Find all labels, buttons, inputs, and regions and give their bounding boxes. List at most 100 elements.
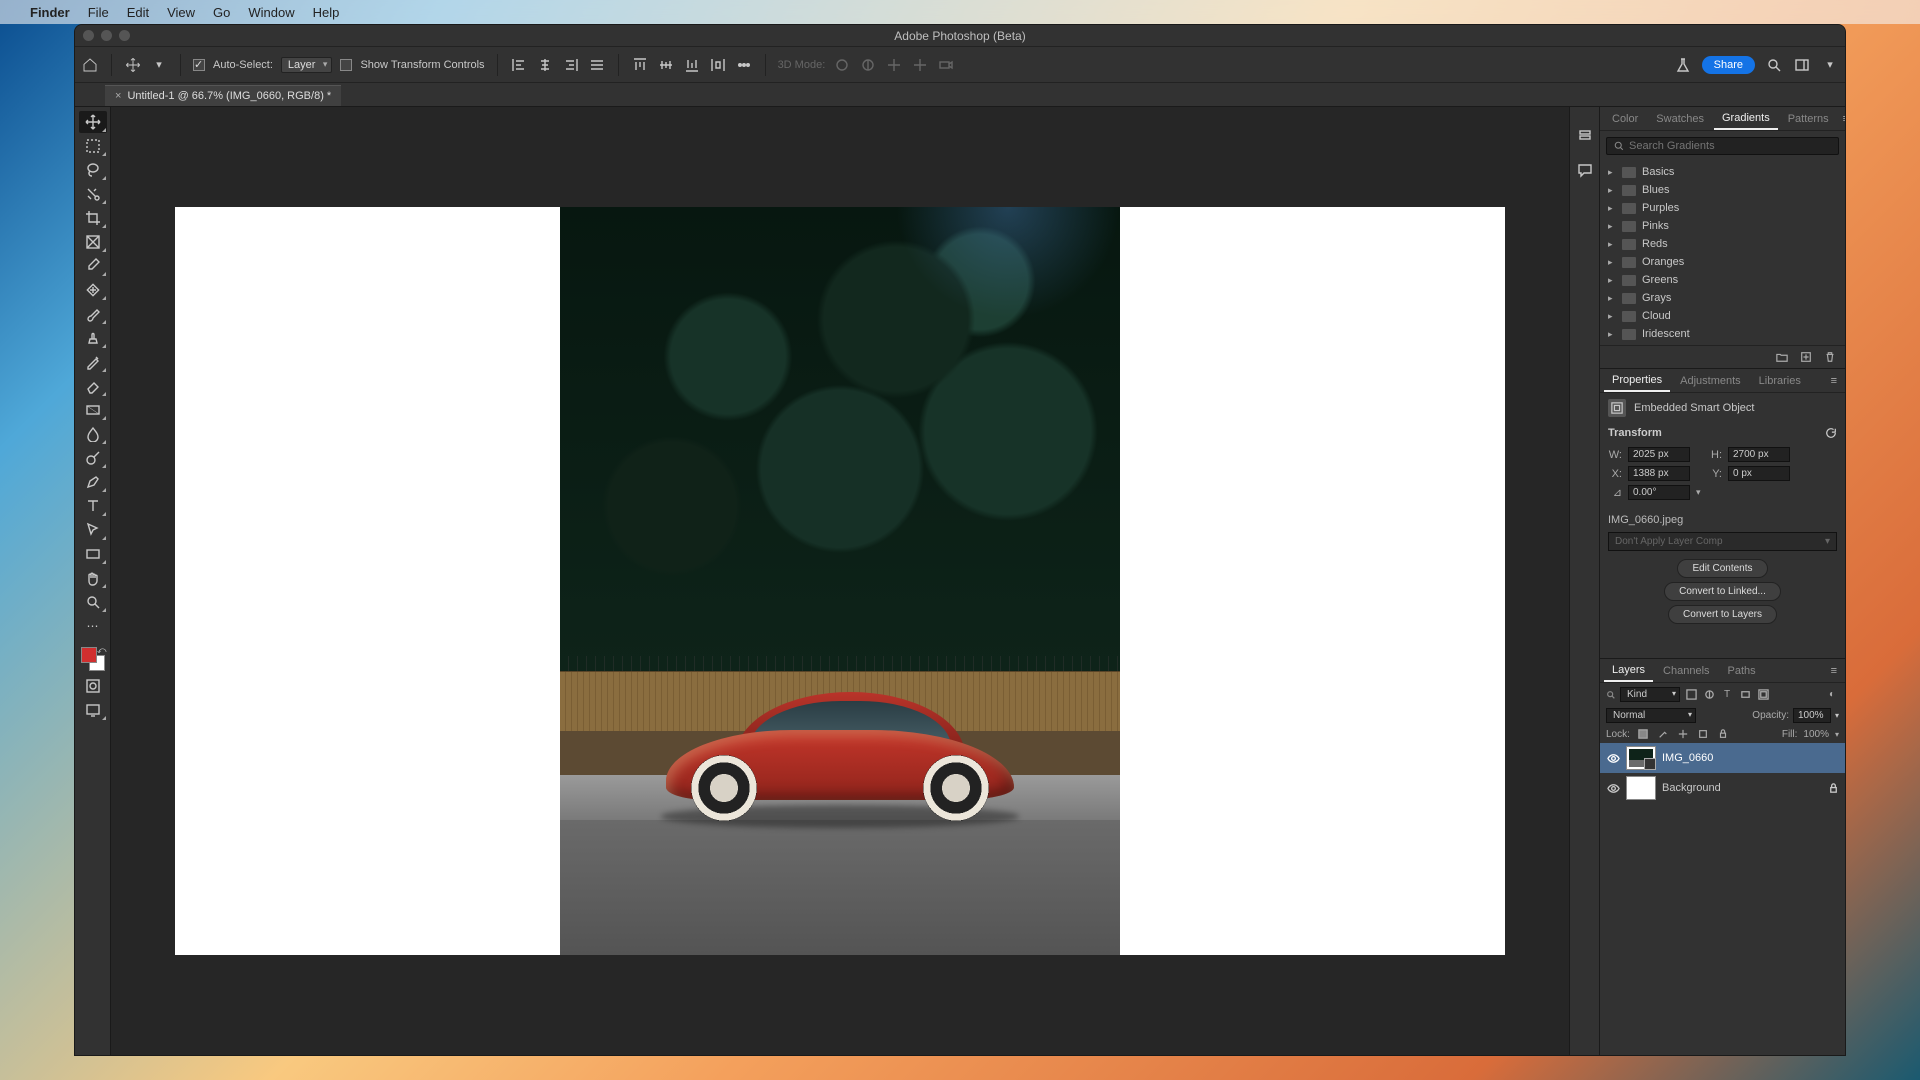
filter-shape-icon[interactable]	[1738, 688, 1752, 702]
panel-menu-icon[interactable]: ≡	[1827, 375, 1841, 387]
healing-brush-tool[interactable]	[79, 279, 107, 301]
tab-properties[interactable]: Properties	[1604, 370, 1670, 392]
eyedropper-tool[interactable]	[79, 255, 107, 277]
more-options-icon[interactable]	[735, 56, 753, 74]
tool-preset-dropdown-icon[interactable]: ▾	[150, 56, 168, 74]
fill-dropdown-icon[interactable]: ▾	[1835, 730, 1839, 739]
type-tool[interactable]	[79, 495, 107, 517]
comments-panel-icon[interactable]	[1576, 161, 1594, 179]
layer-name[interactable]: Background	[1662, 782, 1721, 794]
gradient-folder[interactable]: ▸Blues	[1600, 181, 1845, 199]
show-transform-checkbox[interactable]	[340, 59, 352, 71]
align-left-edges-icon[interactable]	[510, 56, 528, 74]
lock-all-icon[interactable]	[1716, 727, 1730, 741]
tab-paths[interactable]: Paths	[1720, 661, 1764, 681]
tab-swatches[interactable]: Swatches	[1648, 109, 1712, 129]
x-input[interactable]	[1628, 466, 1690, 481]
width-input[interactable]	[1628, 447, 1690, 462]
align-bottom-edges-icon[interactable]	[683, 56, 701, 74]
mac-menubar[interactable]: Finder File Edit View Go Window Help	[0, 0, 1920, 24]
search-icon[interactable]	[1765, 56, 1783, 74]
opacity-dropdown-icon[interactable]: ▾	[1835, 711, 1839, 720]
menu-go[interactable]: Go	[213, 5, 230, 20]
delete-icon[interactable]	[1823, 350, 1837, 364]
align-horizontal-centers-icon[interactable]	[536, 56, 554, 74]
foreground-color-swatch[interactable]	[81, 647, 97, 663]
layer-thumbnail[interactable]	[1626, 746, 1656, 770]
new-gradient-icon[interactable]	[1799, 350, 1813, 364]
tab-channels[interactable]: Channels	[1655, 661, 1717, 681]
blend-mode-select[interactable]: Normal	[1606, 708, 1696, 723]
eraser-tool[interactable]	[79, 375, 107, 397]
close-window-icon[interactable]	[83, 30, 94, 41]
tab-gradients[interactable]: Gradients	[1714, 108, 1778, 130]
gradient-search[interactable]	[1606, 137, 1839, 155]
align-right-edges-icon[interactable]	[562, 56, 580, 74]
angle-input[interactable]	[1628, 485, 1690, 500]
layer-row[interactable]: Background	[1600, 773, 1845, 803]
home-icon[interactable]	[81, 56, 99, 74]
pen-tool[interactable]	[79, 471, 107, 493]
transform-section-header[interactable]: Transform	[1600, 423, 1845, 441]
close-tab-icon[interactable]: ×	[115, 90, 121, 102]
y-input[interactable]	[1728, 466, 1790, 481]
convert-to-layers-button[interactable]: Convert to Layers	[1668, 605, 1777, 624]
history-brush-tool[interactable]	[79, 351, 107, 373]
auto-select-target-select[interactable]: Layer	[281, 57, 333, 73]
frame-tool[interactable]	[79, 231, 107, 253]
gradient-folder-list[interactable]: ▸Basics ▸Blues ▸Purples ▸Pinks ▸Reds ▸Or…	[1600, 161, 1845, 345]
quick-selection-tool[interactable]	[79, 183, 107, 205]
active-app-name[interactable]: Finder	[30, 5, 70, 20]
height-input[interactable]	[1728, 447, 1790, 462]
screen-mode-icon[interactable]	[79, 699, 107, 721]
layer-thumbnail[interactable]	[1626, 776, 1656, 800]
zoom-tool[interactable]	[79, 591, 107, 613]
tab-layers[interactable]: Layers	[1604, 660, 1653, 682]
gradient-folder[interactable]: ▸Oranges	[1600, 253, 1845, 271]
layer-row[interactable]: IMG_0660	[1600, 743, 1845, 773]
menu-file[interactable]: File	[88, 5, 109, 20]
placed-image[interactable]	[560, 207, 1120, 955]
workspace-dropdown-icon[interactable]: ▾	[1821, 56, 1839, 74]
lock-position-icon[interactable]	[1676, 727, 1690, 741]
foreground-background-colors[interactable]: ⤺	[79, 645, 107, 673]
layer-name[interactable]: IMG_0660	[1662, 752, 1713, 764]
menu-edit[interactable]: Edit	[127, 5, 149, 20]
gradient-folder[interactable]: ▸Reds	[1600, 235, 1845, 253]
move-tool-icon[interactable]	[124, 56, 142, 74]
collapsed-panel-icon[interactable]	[1576, 127, 1594, 145]
gradient-search-input[interactable]	[1629, 140, 1832, 152]
clone-stamp-tool[interactable]	[79, 327, 107, 349]
visibility-eye-icon[interactable]	[1606, 782, 1620, 795]
workspace-switcher-icon[interactable]	[1793, 56, 1811, 74]
panel-menu-icon[interactable]: ≡	[1827, 665, 1841, 677]
layer-list[interactable]: IMG_0660 Background	[1600, 743, 1845, 1055]
align-vertical-centers-icon[interactable]	[657, 56, 675, 74]
path-selection-tool[interactable]	[79, 519, 107, 541]
dodge-tool[interactable]	[79, 447, 107, 469]
opacity-value[interactable]: 100%	[1793, 708, 1831, 723]
canvas-area[interactable]	[111, 107, 1569, 1055]
angle-dropdown-icon[interactable]: ▾	[1696, 487, 1701, 498]
filter-kind-select[interactable]: Kind	[1620, 687, 1680, 702]
visibility-eye-icon[interactable]	[1606, 752, 1620, 765]
filter-adjustment-icon[interactable]	[1702, 688, 1716, 702]
gradient-tool[interactable]	[79, 399, 107, 421]
blur-tool[interactable]	[79, 423, 107, 445]
lock-image-icon[interactable]	[1656, 727, 1670, 741]
gradient-folder[interactable]: ▸Pinks	[1600, 217, 1845, 235]
menu-window[interactable]: Window	[248, 5, 294, 20]
menu-view[interactable]: View	[167, 5, 195, 20]
tab-adjustments[interactable]: Adjustments	[1672, 371, 1749, 391]
gradient-folder[interactable]: ▸Basics	[1600, 163, 1845, 181]
lock-transparency-icon[interactable]	[1636, 727, 1650, 741]
beaker-icon[interactable]	[1674, 56, 1692, 74]
layer-comp-select[interactable]: Don't Apply Layer Comp ▾	[1608, 532, 1837, 551]
menu-help[interactable]: Help	[313, 5, 340, 20]
gradient-folder[interactable]: ▸Purples	[1600, 199, 1845, 217]
align-more-icon[interactable]	[588, 56, 606, 74]
filter-pixel-icon[interactable]	[1684, 688, 1698, 702]
align-top-edges-icon[interactable]	[631, 56, 649, 74]
document-tab[interactable]: × Untitled-1 @ 66.7% (IMG_0660, RGB/8) *	[105, 85, 341, 106]
share-button[interactable]: Share	[1702, 56, 1755, 74]
